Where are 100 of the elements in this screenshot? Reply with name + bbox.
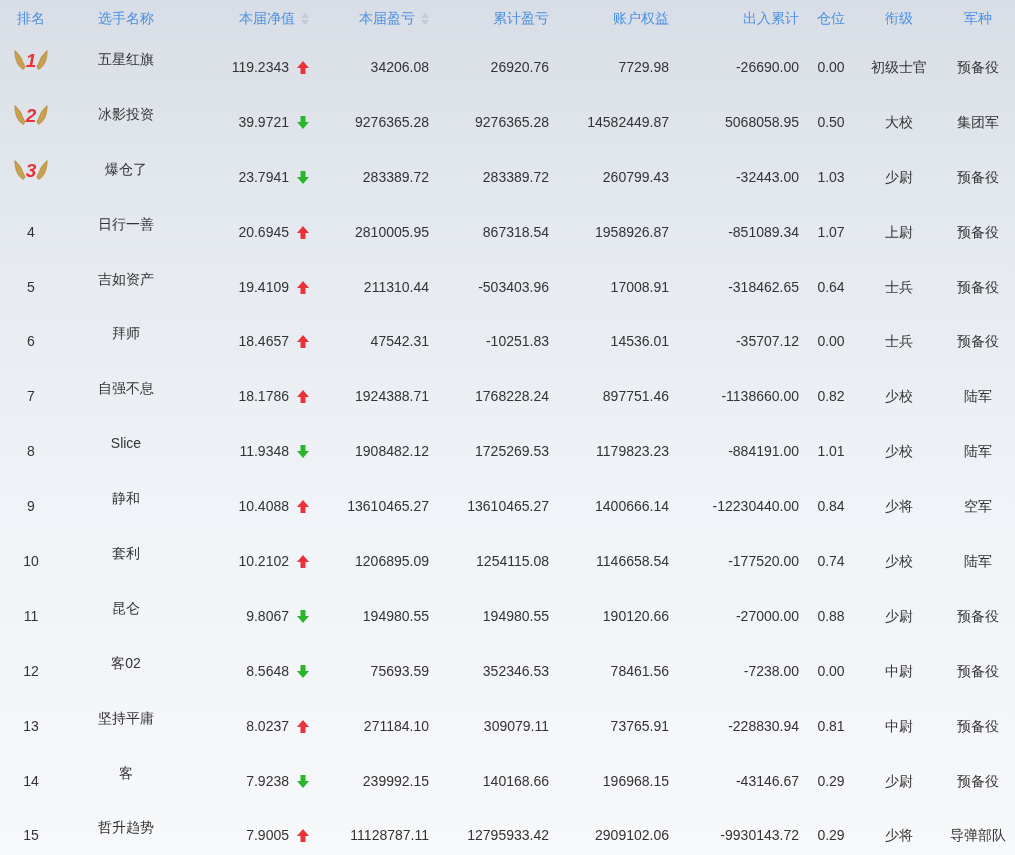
table-cell: 47542.31 (370, 333, 429, 350)
table-cell: 陆军 (964, 552, 992, 569)
table-cell-text: 7.9005 (246, 826, 289, 846)
column-header: 排名 (17, 9, 45, 26)
player-name: 客02 (111, 654, 141, 671)
table-cell: 集团军 (957, 113, 999, 130)
table-cell: 少校 (885, 552, 913, 569)
table-cell: 少尉 (885, 607, 913, 624)
table-cell: -35707.12 (735, 333, 799, 350)
table-cell: 1924388.71 (355, 388, 429, 405)
table-cell: 13610465.27 (347, 498, 429, 515)
player-name: 客 (119, 764, 133, 781)
table-cell: 陆军 (964, 388, 992, 405)
table-cell: 少尉 (885, 168, 913, 185)
table-cell: 1.01 (817, 443, 845, 460)
table-cell: 190120.66 (602, 607, 669, 624)
column-header: 仓位 (817, 9, 845, 26)
table-cell-text: 23.7941 (238, 167, 289, 187)
table-cell: 140168.66 (482, 772, 549, 789)
player-name: Slice (110, 435, 142, 452)
table-cell-text: 18.4657 (238, 332, 289, 352)
table-cell-text: 9.8067 (246, 606, 289, 626)
table-cell: 34206.08 (370, 58, 429, 75)
table-cell: 75693.59 (370, 662, 429, 679)
table-cell: 0.00 (817, 333, 845, 350)
column-header: 账户权益 (613, 9, 669, 26)
table-cell: 1958926.87 (595, 223, 669, 240)
player-name: 冰影投资 (98, 105, 154, 122)
table-cell: 少尉 (885, 772, 913, 789)
table-cell: 194980.55 (482, 607, 549, 624)
table-cell: 预备役 (957, 607, 999, 624)
left-wing-icon (13, 48, 26, 73)
table-cell: 0.81 (817, 717, 845, 734)
table-cell: -177520.00 (728, 552, 799, 569)
player-name: 爆仓了 (105, 160, 147, 177)
table-cell: 11128787.11 (350, 827, 429, 844)
table-cell: 309079.11 (483, 717, 549, 734)
table-cell-text: 10.4088 (238, 497, 289, 517)
rank-number: 15 (23, 827, 39, 844)
table-cell-text: 11.9348 (239, 442, 289, 462)
table-cell: 1400666.14 (595, 498, 669, 515)
table-cell: 预备役 (957, 662, 999, 679)
sortable-header[interactable]: 本届盈亏 (359, 9, 415, 26)
table-cell: 26920.76 (490, 58, 549, 75)
table-cell: 0.84 (817, 498, 845, 515)
column-header: 出入累计 (743, 9, 799, 26)
table-cell: -26690.00 (735, 58, 799, 75)
table-cell: 预备役 (957, 717, 999, 734)
table-cell: -43146.67 (735, 772, 799, 789)
rank-number: 6 (27, 333, 35, 350)
rank-number: 1 (25, 50, 37, 70)
table-cell: 13610465.27 (467, 498, 549, 515)
table-cell: 0.50 (817, 113, 845, 130)
table-cell: 中尉 (885, 662, 913, 679)
table-cell: 上尉 (885, 223, 913, 240)
table-cell: 9276365.28 (475, 113, 549, 130)
column-header: 选手名称 (98, 9, 154, 26)
table-cell: 空军 (964, 498, 992, 515)
table-cell: 少校 (885, 388, 913, 405)
table-cell: -9930143.72 (720, 827, 799, 844)
table-cell: 0.74 (817, 552, 845, 569)
table-cell: 211310.44 (363, 278, 429, 295)
table-cell: -228830.94 (728, 717, 799, 734)
table-cell: 73765.91 (610, 717, 669, 734)
rank-number: 7 (27, 388, 35, 405)
table-cell: 9276365.28 (355, 113, 429, 130)
table-cell: 1179823.23 (596, 443, 669, 460)
rank-number: 3 (25, 160, 37, 180)
table-cell: -1138660.00 (721, 388, 799, 405)
rank-number: 9 (27, 498, 35, 515)
table-cell: 预备役 (957, 223, 999, 240)
table-cell: -318462.65 (728, 278, 799, 295)
sortable-header[interactable]: 本届净值 (239, 9, 295, 26)
table-cell: 预备役 (957, 333, 999, 350)
table-cell: 0.64 (817, 278, 845, 295)
table-cell-text: 18.1786 (238, 387, 289, 407)
table-cell: 士兵 (885, 278, 913, 295)
table-cell-text: 20.6945 (238, 222, 289, 242)
table-cell: 14582449.87 (587, 113, 669, 130)
table-cell: 14536.01 (610, 333, 669, 350)
rank-number: 11 (23, 607, 39, 624)
rank-number: 14 (23, 772, 39, 789)
player-name: 自强不息 (98, 380, 154, 397)
rank-number: 12 (23, 662, 39, 679)
table-cell: -7238.00 (743, 662, 799, 679)
table-cell: 1768228.24 (475, 388, 549, 405)
table-cell: 0.29 (817, 827, 845, 844)
player-name: 昆仑 (112, 599, 140, 616)
table-cell: 预备役 (957, 278, 999, 295)
table-cell: 78461.56 (610, 662, 669, 679)
player-name: 哲升趋势 (98, 819, 154, 836)
table-cell-text: 8.5648 (246, 661, 289, 681)
table-cell: 少将 (885, 498, 913, 515)
right-wing-icon (36, 48, 49, 73)
table-cell: -884191.00 (728, 443, 799, 460)
table-cell: 283389.72 (482, 168, 549, 185)
table-cell: -851089.34 (728, 223, 799, 240)
table-cell: 5068058.95 (725, 113, 799, 130)
table-cell: 1206895.09 (355, 552, 429, 569)
table-cell: 士兵 (885, 333, 913, 350)
